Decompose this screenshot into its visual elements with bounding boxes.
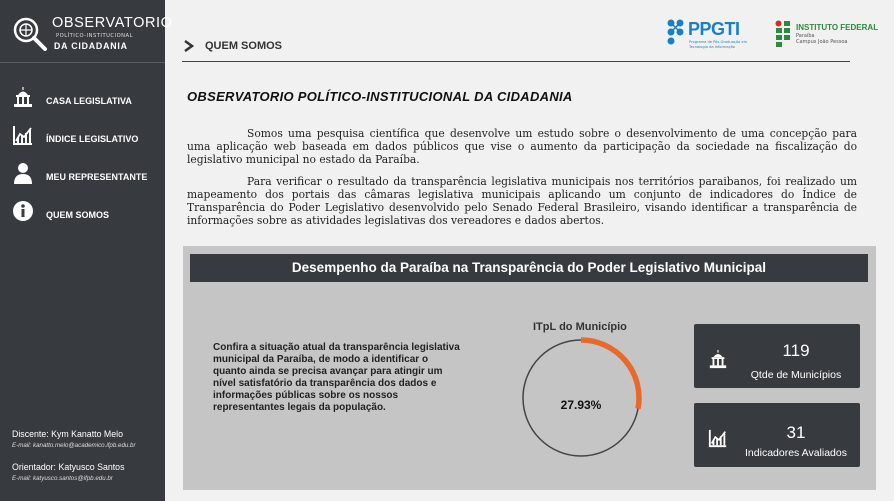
ppgti-subtitle: Programa de Pós-Graduação em Tecnologia … xyxy=(689,40,748,49)
sidebar-item-label: CASA LEGISLATIVA xyxy=(46,96,132,106)
stat-label: Indicadores Avaliados xyxy=(745,447,847,459)
ifpb-title: INSTITUTO FEDERAL xyxy=(796,23,879,32)
chevron-right-icon xyxy=(184,40,194,52)
stat-value: 119 xyxy=(782,341,810,360)
chart-icon xyxy=(708,429,727,448)
sidebar-item-meu-representante[interactable]: MEU REPRESENTANTE xyxy=(0,158,165,196)
sidebar-divider xyxy=(0,62,165,63)
magnifier-globe-icon xyxy=(13,17,47,51)
page-title: OBSERVATORIO POLÍTICO-INSTITUCIONAL DA C… xyxy=(187,89,573,104)
ifpb-subtitle: Paraíba Campus João Pessoa xyxy=(796,33,847,45)
stat-label: Qtde de Municípios xyxy=(750,369,842,381)
performance-panel: Desempenho da Paraíba na Transparência d… xyxy=(183,246,876,490)
stat-card-indicadores[interactable]: 31 Indicadores Avaliados xyxy=(694,403,860,467)
stat-card-municipios[interactable]: 119 Qtde de Municípios xyxy=(694,324,860,388)
header-divider xyxy=(182,61,850,62)
advisor-email: E-mail: katyusco.santos@ifpb.edu.br xyxy=(12,475,113,482)
ifpb-logo[interactable]: INSTITUTO FEDERAL Paraíba Campus João Pe… xyxy=(775,20,879,50)
sidebar-item-label: MEU REPRESENTANTE xyxy=(46,172,148,182)
ifpb-mark-icon xyxy=(775,20,790,47)
ppgti-title: PPGTI xyxy=(688,19,740,39)
breadcrumb: QUEM SOMOS xyxy=(205,40,283,52)
intro-paragraph: Somos uma pesquisa científica que desenv… xyxy=(187,127,857,166)
ifpb-campus: Campus João Pessoa xyxy=(796,39,848,45)
sidebar: OBSERVATORIO POLÍTICO-INSTITUCIONAL DA C… xyxy=(0,0,172,501)
capitol-icon xyxy=(709,349,727,369)
student-name: Discente: Kym Kanatto Melo xyxy=(12,429,123,439)
info-icon xyxy=(13,201,33,221)
sidebar-item-indice-legislativo[interactable]: ÍNDICE LEGISLATIVO xyxy=(0,120,165,158)
advisor-name: Orientador: Katyusco Santos xyxy=(12,462,125,472)
sidebar-item-label: ÍNDICE LEGISLATIVO xyxy=(46,134,139,144)
credits: Discente: Kym Kanatto Melo E-mail: kanat… xyxy=(12,429,162,485)
gauge-title: ITpL do Município xyxy=(533,321,627,333)
brand-title: OBSERVATORIO xyxy=(52,15,173,31)
student-email: E-mail: kanatto.melo@academico.ifpb.edu.… xyxy=(12,442,136,449)
gauge-value: 27.93% xyxy=(560,398,602,412)
sidebar-item-casa-legislativa[interactable]: CASA LEGISLATIVA xyxy=(0,82,165,120)
stat-value: 31 xyxy=(786,423,806,442)
brand-logo[interactable]: OBSERVATORIO POLÍTICO-INSTITUCIONAL DA C… xyxy=(8,14,172,54)
sidebar-item-quem-somos[interactable]: QUEM SOMOS xyxy=(0,196,165,234)
sidebar-nav: CASA LEGISLATIVA ÍNDICE LEGISLATIVO MEU … xyxy=(0,82,165,234)
ppgti-logo[interactable]: PPGTI Programa de Pós-Graduação em Tecno… xyxy=(665,18,755,54)
sidebar-item-label: QUEM SOMOS xyxy=(46,210,110,220)
panel-description: Confira a situação atual da transparênci… xyxy=(213,342,460,413)
chart-icon xyxy=(13,126,32,145)
panel-heading: Desempenho da Paraíba na Transparência d… xyxy=(190,254,868,282)
ppgti-mark-icon xyxy=(667,19,684,45)
brand-subtitle: POLÍTICO-INSTITUCIONAL xyxy=(56,33,133,39)
brand-tagline: DA CIDADANIA xyxy=(54,41,128,51)
method-paragraph: Para verificar o resultado da transparên… xyxy=(187,175,857,227)
capitol-icon xyxy=(14,87,32,107)
person-icon xyxy=(14,163,32,184)
